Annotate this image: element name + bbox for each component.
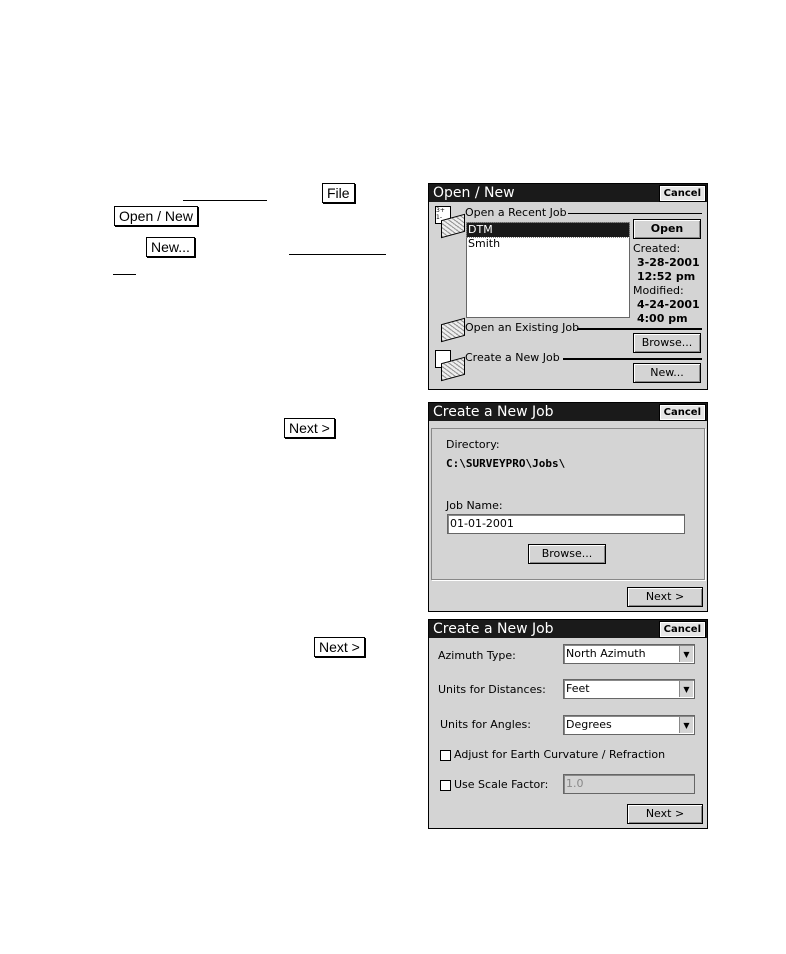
cancel-button[interactable]: Cancel: [658, 404, 707, 421]
dialog-title: Create a New Job Cancel: [429, 620, 707, 638]
recent-jobs-list[interactable]: DTM Smith: [466, 222, 630, 318]
next-key: Next >: [314, 637, 365, 657]
angle-select[interactable]: Degrees ▼: [563, 715, 695, 735]
browse-button[interactable]: Browse...: [633, 333, 701, 353]
scale-factor-input[interactable]: 1.0: [563, 774, 695, 794]
chevron-down-icon[interactable]: ▼: [679, 681, 693, 697]
underline: [113, 274, 136, 275]
open-new-key: Open / New: [114, 206, 198, 226]
list-item-dtm[interactable]: DTM: [466, 222, 630, 238]
created-label: Created:: [633, 242, 681, 255]
distance-select[interactable]: Feet ▼: [563, 679, 695, 699]
cancel-button[interactable]: Cancel: [658, 185, 707, 202]
azimuth-select[interactable]: North Azimuth ▼: [563, 644, 695, 664]
existing-job-label: Open an Existing Job: [465, 321, 580, 334]
divider: [577, 328, 702, 330]
list-item-smith[interactable]: Smith: [467, 237, 629, 251]
job-name-label: Job Name:: [446, 499, 503, 512]
create-job-options-dialog: Create a New Job Cancel Azimuth Type: No…: [428, 619, 708, 829]
created-time: 12:52 pm: [637, 270, 696, 283]
created-date: 3-28-2001: [637, 256, 700, 269]
divider: [563, 358, 702, 360]
file-key: File: [322, 183, 355, 203]
open-new-dialog: Open / New Cancel 3+ 1- Open a Recent Jo…: [428, 183, 708, 390]
next-button[interactable]: Next >: [627, 804, 703, 824]
new-key: New...: [146, 237, 195, 257]
new-button[interactable]: New...: [633, 363, 701, 383]
directory-path: C:\SURVEYPRO\Jobs\: [446, 457, 566, 470]
job-name-input[interactable]: 01-01-2001: [447, 514, 685, 534]
browse-button[interactable]: Browse...: [528, 544, 606, 564]
dialog-title: Create a New Job Cancel: [429, 403, 707, 421]
underline: [183, 200, 267, 201]
azimuth-label: Azimuth Type:: [438, 649, 516, 662]
create-job-dialog: Create a New Job Cancel Directory: C:\SU…: [428, 402, 708, 612]
modified-time: 4:00 pm: [637, 312, 688, 325]
angle-label: Units for Angles:: [440, 718, 531, 731]
chevron-down-icon[interactable]: ▼: [679, 717, 693, 733]
scale-factor-checkbox[interactable]: [440, 780, 451, 791]
modified-label: Modified:: [633, 284, 684, 297]
open-button[interactable]: Open: [633, 219, 701, 239]
next-key: Next >: [284, 418, 335, 438]
divider: [568, 213, 702, 214]
dialog-title: Open / New Cancel: [429, 184, 707, 202]
directory-label: Directory:: [446, 438, 500, 451]
distance-label: Units for Distances:: [438, 683, 546, 696]
chevron-down-icon[interactable]: ▼: [679, 646, 693, 662]
title-text: Open / New: [433, 185, 515, 201]
modified-date: 4-24-2001: [637, 298, 700, 311]
curvature-label: Adjust for Earth Curvature / Refraction: [454, 748, 666, 761]
folder-icon: [441, 317, 465, 343]
recent-job-label: Open a Recent Job: [465, 206, 567, 219]
cancel-button[interactable]: Cancel: [658, 621, 707, 638]
underline: [289, 254, 386, 255]
title-text: Create a New Job: [433, 404, 554, 420]
next-button[interactable]: Next >: [627, 587, 703, 607]
curvature-checkbox[interactable]: [440, 750, 451, 761]
title-text: Create a New Job: [433, 621, 554, 637]
scale-factor-label: Use Scale Factor:: [454, 778, 549, 791]
create-job-label: Create a New Job: [465, 351, 560, 364]
